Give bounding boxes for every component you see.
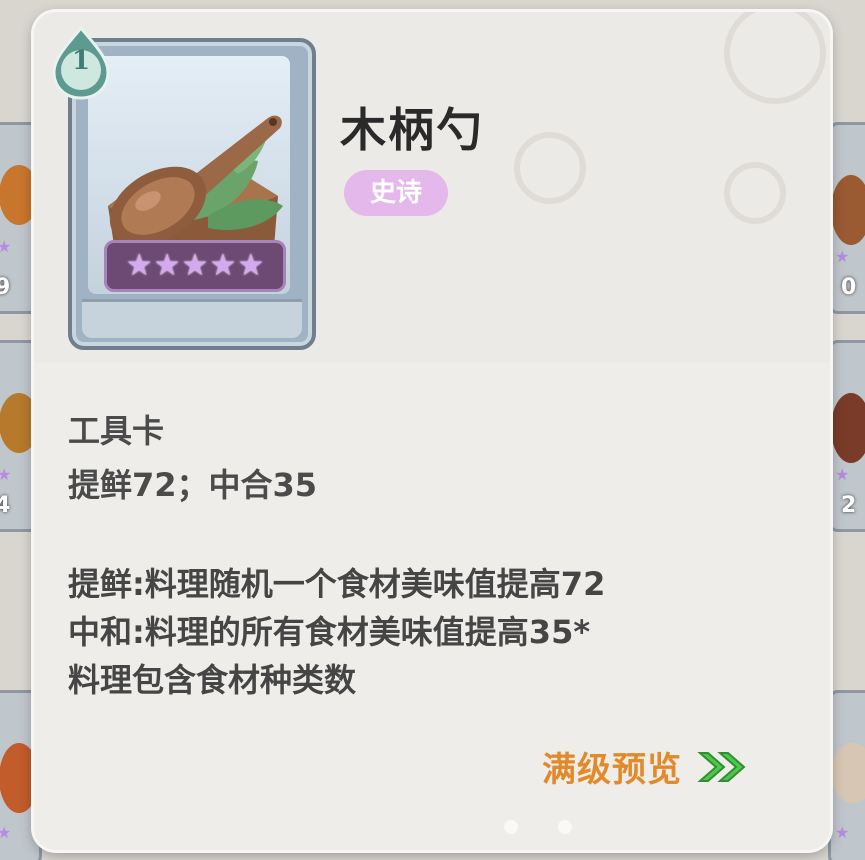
rarity-badge: 史诗 <box>344 170 448 216</box>
description-line: 料理包含食材种类数 <box>68 661 357 699</box>
star-icon: ★ <box>181 248 209 283</box>
item-detail-popup: 1 ★ ★ ★ ★ ★ 木柄勺 史诗 工具卡 提鲜72；中合35 提鲜:料理随机… <box>34 12 830 850</box>
star-icon: ★ <box>209 248 237 283</box>
star-icon: ★ <box>835 247 850 266</box>
star-icon: ★ <box>835 465 850 484</box>
star-icon: ★ <box>0 237 11 256</box>
card-type-label: 工具卡 <box>68 412 165 450</box>
background-card-count: 4 <box>0 493 10 518</box>
card-bottom-strip <box>82 299 302 338</box>
star-icon: ★ <box>0 823 11 842</box>
stats-summary: 提鲜72；中合35 <box>68 466 318 504</box>
background-card-count: 9 <box>0 275 10 300</box>
background-card-right-mid[interactable]: ★ 2 <box>828 340 865 532</box>
page-dot[interactable] <box>558 820 572 834</box>
level-badge: 1 <box>50 25 112 100</box>
star-icon: ★ <box>835 823 850 842</box>
background-card-right-bottom[interactable]: ★ <box>828 690 865 860</box>
background-card-count: 2 <box>841 493 857 518</box>
item-name: 木柄勺 <box>340 103 484 157</box>
item-description: 提鲜:料理随机一个食材美味值提高72 中和:料理的所有食材美味值提高35* 料理… <box>68 560 808 704</box>
description-line: 提鲜:料理随机一个食材美味值提高72 <box>68 565 606 603</box>
star-rating: ★ ★ ★ ★ ★ <box>104 240 286 292</box>
star-icon: ★ <box>125 248 153 283</box>
double-chevron-right-icon <box>697 751 746 782</box>
description-line: 中和:料理的所有食材美味值提高35* <box>68 613 591 651</box>
background-card-count: 0 <box>841 275 857 300</box>
level-number: 1 <box>71 46 91 76</box>
background-watermark <box>514 132 586 204</box>
max-level-preview-button[interactable]: 满级预览 <box>542 742 752 791</box>
background-watermark <box>724 162 786 224</box>
preview-label: 满级预览 <box>542 750 682 790</box>
star-icon: ★ <box>153 248 181 283</box>
star-icon: ★ <box>237 248 265 283</box>
page-indicator <box>504 820 572 834</box>
page-dot[interactable] <box>504 820 518 834</box>
star-icon: ★ <box>0 465 11 484</box>
background-card-right-top[interactable]: ★ 0 <box>828 122 865 314</box>
background-watermark <box>724 12 826 104</box>
